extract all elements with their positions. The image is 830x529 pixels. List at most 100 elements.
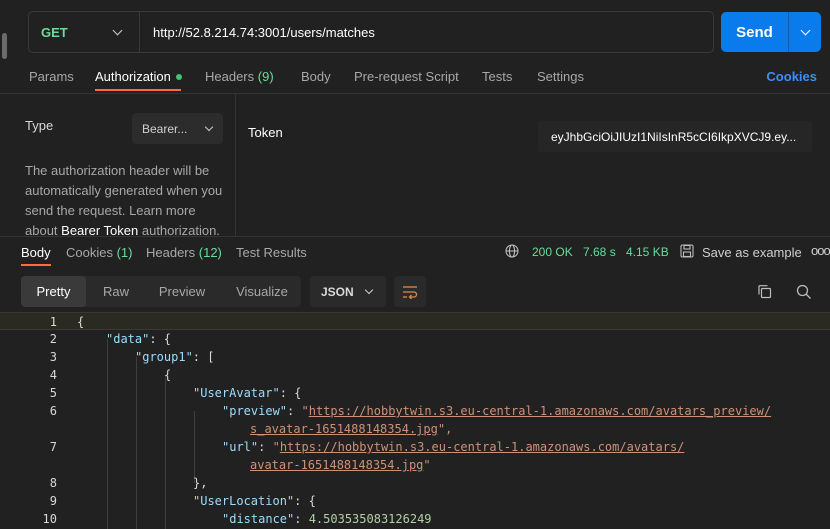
- cookies-link[interactable]: Cookies: [766, 69, 817, 84]
- tab-tests[interactable]: Tests: [482, 69, 512, 84]
- code-text: "url": "https://hobbytwin.s3.eu-central-…: [222, 438, 684, 456]
- scrollbar-thumb[interactable]: [2, 33, 7, 59]
- more-options-icon[interactable]: ooo: [811, 243, 830, 258]
- tab-body[interactable]: Body: [301, 69, 331, 84]
- avatar-url-link[interactable]: https://hobbytwin.s3.eu-central-1.amazon…: [280, 440, 685, 454]
- json-key: "UserAvatar": [193, 386, 280, 400]
- token-input[interactable]: eyJhbGciOiJIUzI1NiIsInR5cCI6IkpXVCJ9.ey.…: [538, 121, 812, 152]
- code-text: "group1": [: [135, 348, 214, 366]
- save-as-example-button[interactable]: Save as example: [702, 245, 802, 260]
- code-text: {: [164, 368, 172, 382]
- json-quote: ": [301, 404, 309, 418]
- json-key: "data": [106, 332, 150, 346]
- language-value: JSON: [321, 284, 354, 299]
- avatar-preview-link[interactable]: s_avatar-1651488148354.jpg: [250, 422, 438, 436]
- tab-params[interactable]: Params: [29, 69, 74, 84]
- tab-headers-label: Headers: [205, 69, 255, 84]
- code-text: "distance": 4.503535083126249: [222, 510, 432, 528]
- tab-response-body[interactable]: Body: [21, 245, 51, 260]
- code-text: {: [77, 315, 85, 329]
- line-number: 8: [49, 476, 57, 490]
- code-line: 10 "distance": 4.503535083126249: [0, 510, 830, 528]
- code-line: 7 "url": "https://hobbytwin.s3.eu-centra…: [0, 438, 830, 474]
- line-number: 1: [49, 315, 57, 329]
- globe-icon[interactable]: [505, 244, 519, 258]
- response-time[interactable]: 7.68 s: [583, 245, 616, 259]
- tab-headers-count: (9): [257, 69, 274, 84]
- response-size[interactable]: 4.15 KB: [626, 245, 669, 259]
- json-punct: :: [258, 440, 273, 454]
- line-number: 9: [49, 494, 57, 508]
- tab-test-results[interactable]: Test Results: [236, 245, 307, 260]
- code-line: 9 "UserLocation": {: [0, 492, 830, 510]
- tab-cookies-count: (1): [116, 245, 133, 260]
- json-punct: : [: [192, 350, 215, 364]
- json-key: "distance": [222, 512, 295, 526]
- tab-resp-headers-label: Headers: [146, 245, 196, 260]
- wrap-lines-button[interactable]: [394, 276, 426, 307]
- avatar-url-link[interactable]: avatar-1651488148354.jpg: [250, 458, 423, 472]
- json-key: "UserLocation": [193, 494, 295, 508]
- auth-type-panel: Type Bearer... The authorization header …: [12, 93, 235, 236]
- tab-response-cookies[interactable]: Cookies (1): [66, 245, 132, 260]
- line-number: 7: [49, 440, 57, 454]
- request-tabs: Params Authorization Headers (9) Body Pr…: [0, 62, 830, 92]
- chevron-down-icon: [800, 25, 810, 35]
- tab-authorization-label: Authorization: [95, 69, 171, 84]
- line-number: 4: [49, 368, 57, 382]
- language-select[interactable]: JSON: [310, 276, 386, 307]
- tab-authorization[interactable]: Authorization: [95, 69, 182, 84]
- copy-icon[interactable]: [757, 284, 772, 299]
- auth-type-select[interactable]: Bearer...: [132, 113, 223, 144]
- tab-resp-headers-count: (12): [198, 245, 222, 260]
- code-text: "preview": "https://hobbytwin.s3.eu-cent…: [222, 402, 771, 420]
- format-raw-button[interactable]: Raw: [91, 276, 141, 307]
- method-select[interactable]: GET: [29, 12, 140, 52]
- response-body-viewer[interactable]: 1 { 2 "data": { 3 "group1": [ 4 { 5 "Use…: [0, 312, 830, 529]
- json-punct: : {: [149, 332, 172, 346]
- response-bar: Body Cookies (1) Headers (12) Test Resul…: [0, 236, 830, 268]
- active-tab-underline: [95, 89, 181, 91]
- code-line: 2 "data": {: [0, 330, 830, 348]
- tab-prerequest-script[interactable]: Pre-request Script: [354, 69, 459, 84]
- code-line: 1 {: [0, 312, 830, 330]
- request-url-bar: GET: [28, 11, 714, 53]
- format-preview-button[interactable]: Preview: [149, 276, 215, 307]
- auth-help-text: The authorization header will be automat…: [25, 161, 230, 236]
- code-line: 6 "preview": "https://hobbytwin.s3.eu-ce…: [0, 402, 830, 438]
- status-code[interactable]: 200 OK: [532, 245, 573, 259]
- code-line: 5 "UserAvatar": {: [0, 384, 830, 402]
- chevron-down-icon: [112, 25, 123, 35]
- active-tab-underline: [21, 264, 51, 266]
- bearer-token-link[interactable]: Bearer Token: [61, 223, 138, 236]
- format-pretty-button[interactable]: Pretty: [21, 276, 86, 307]
- search-icon[interactable]: [796, 284, 812, 300]
- json-key: "preview": [222, 404, 288, 418]
- avatar-preview-link[interactable]: https://hobbytwin.s3.eu-central-1.amazon…: [309, 404, 771, 418]
- save-icon: [680, 244, 694, 258]
- json-quote: ": [423, 458, 431, 472]
- format-toggle: Pretty Raw Preview Visualize: [21, 276, 301, 307]
- line-number: 10: [42, 512, 57, 526]
- json-quote: ",: [437, 422, 453, 436]
- code-text-wrap: avatar-1651488148354.jpg": [250, 456, 431, 474]
- json-number: 4.503535083126249: [308, 512, 432, 526]
- code-line: 4 {: [0, 366, 830, 384]
- send-button-group: Send: [721, 12, 821, 52]
- json-punct: :: [294, 512, 309, 526]
- line-number: 3: [49, 350, 57, 364]
- send-options-button[interactable]: [789, 25, 821, 35]
- tab-response-headers[interactable]: Headers (12): [146, 245, 222, 260]
- json-key: "group1": [135, 350, 193, 364]
- active-dot-icon: [175, 73, 182, 80]
- json-punct: : {: [279, 386, 302, 400]
- code-text: "UserLocation": {: [193, 492, 316, 510]
- tab-headers[interactable]: Headers (9): [205, 69, 274, 84]
- send-button[interactable]: Send: [721, 24, 788, 41]
- json-punct: : {: [294, 494, 316, 508]
- tab-settings[interactable]: Settings: [537, 69, 584, 84]
- format-visualize-button[interactable]: Visualize: [226, 276, 298, 307]
- panel-divider: [235, 93, 236, 236]
- code-line: 3 "group1": [: [0, 348, 830, 366]
- url-input[interactable]: [140, 12, 713, 52]
